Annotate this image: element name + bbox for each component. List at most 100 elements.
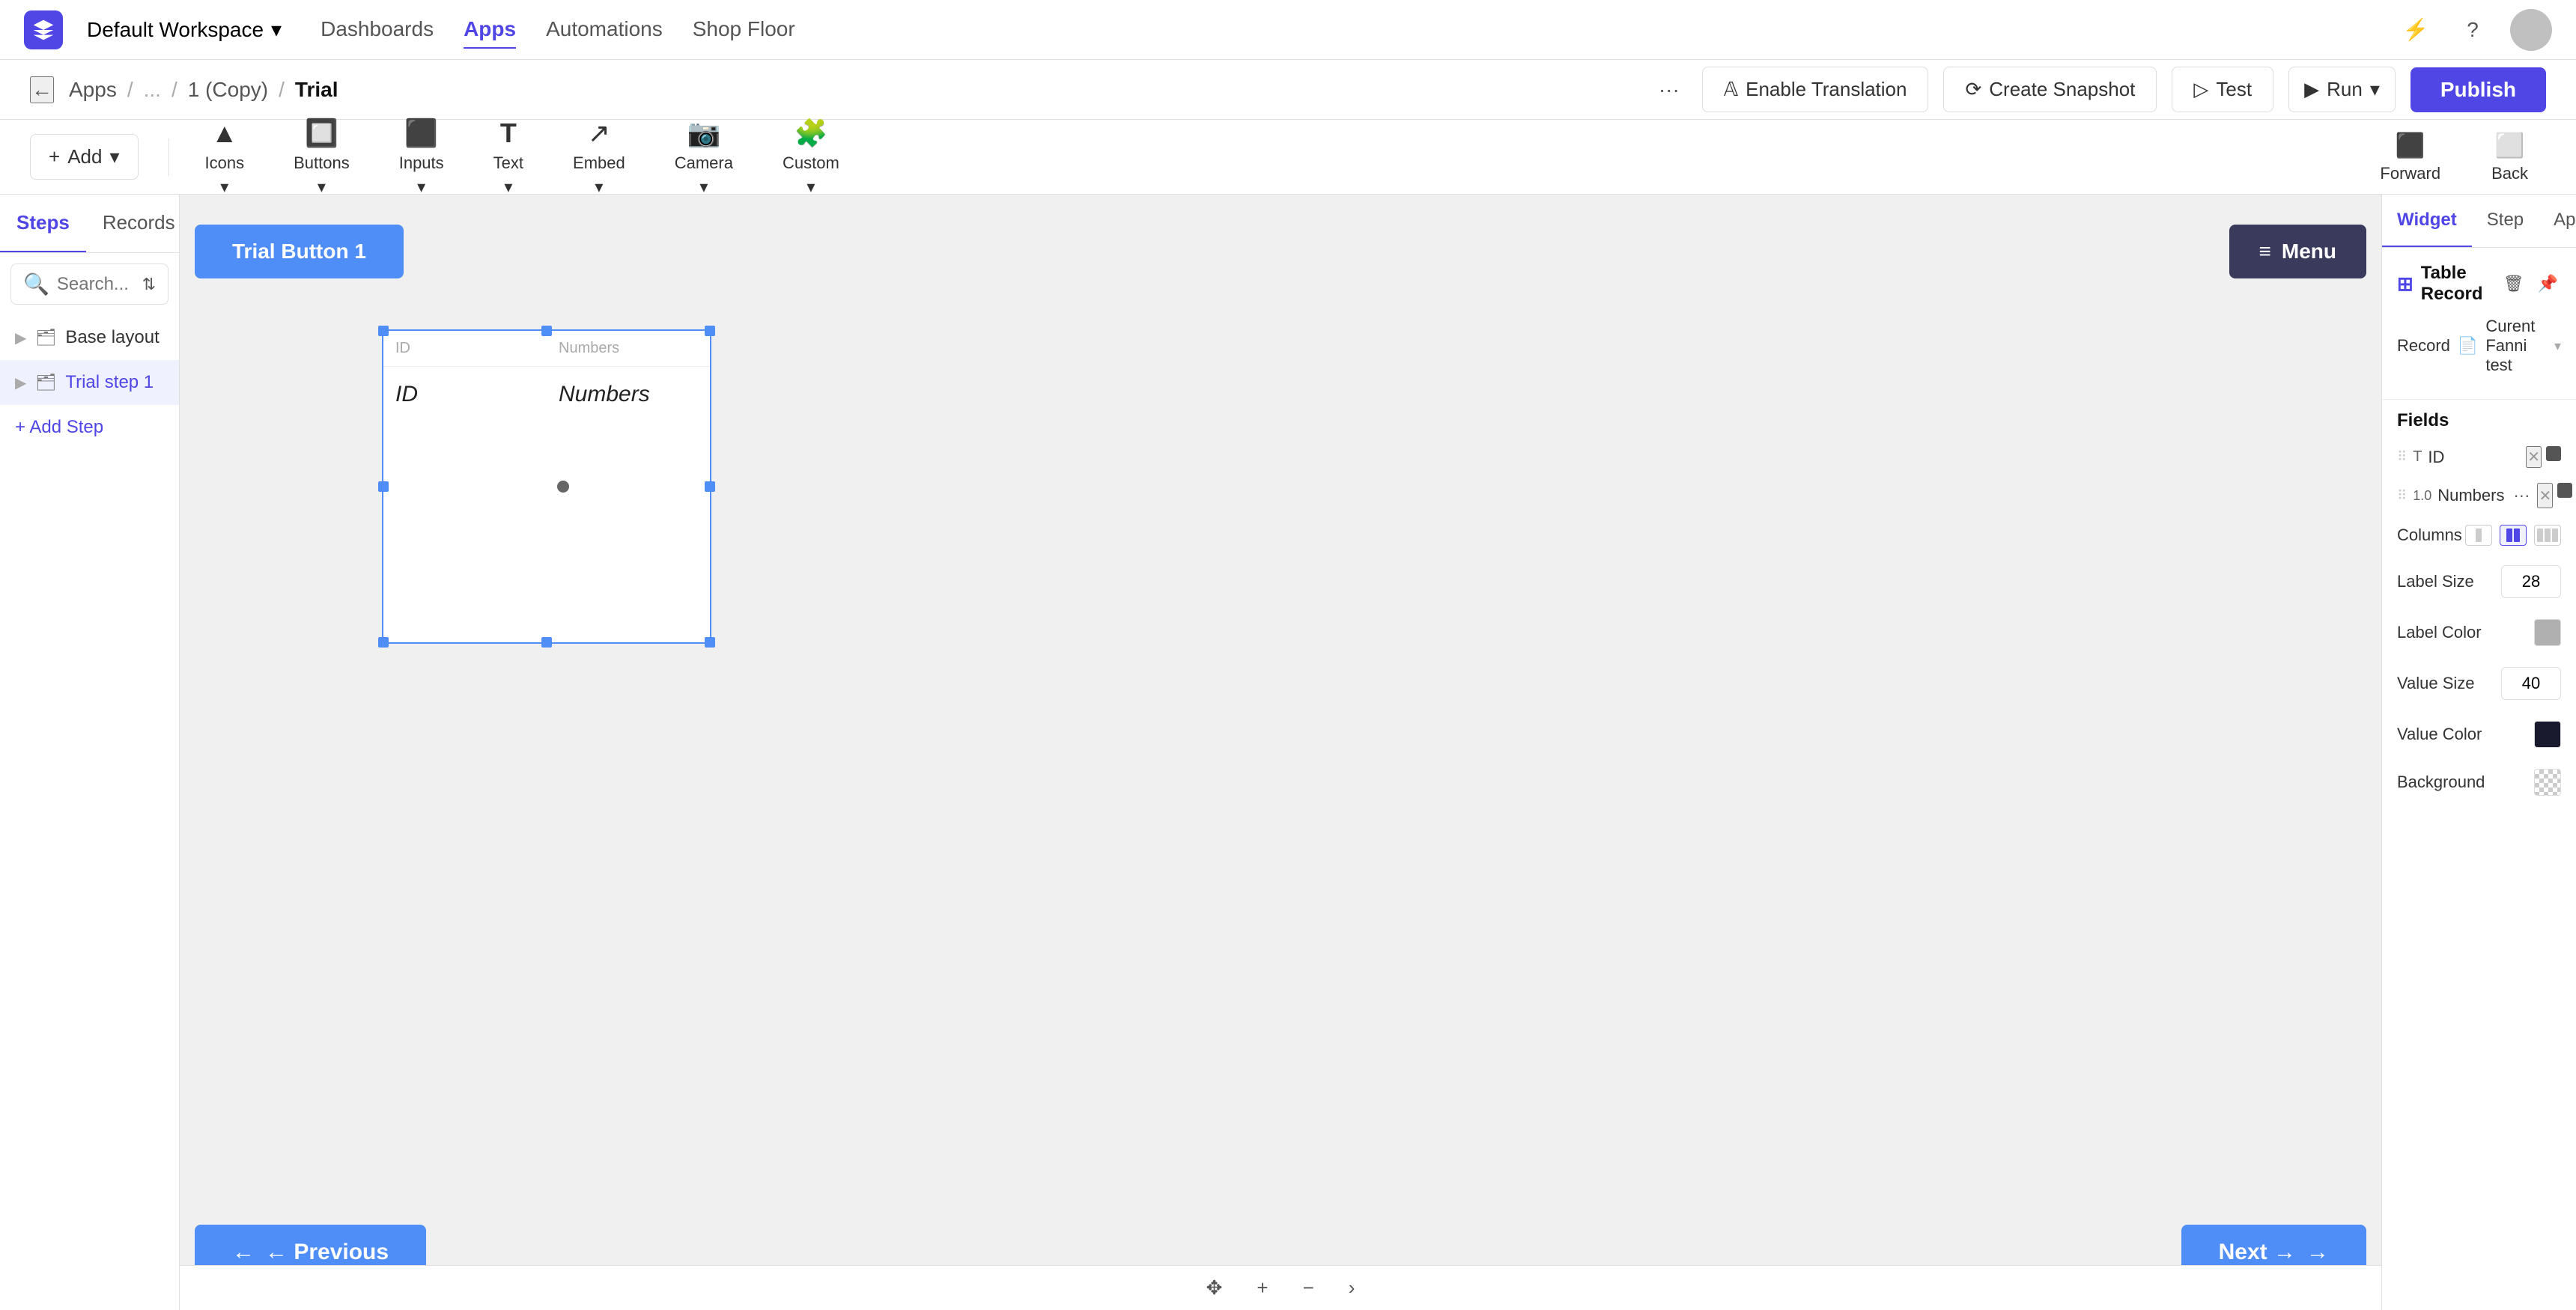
tree-item-trial-step[interactable]: ▶ 🗂 Trial step 1 — [0, 360, 179, 405]
breadcrumb-copy[interactable]: 1 (Copy) — [188, 78, 268, 102]
forward-icon: ⬛ — [2396, 131, 2425, 159]
canvas-bottom-bar: ✥ + − › — [180, 1265, 2381, 1310]
value-size-input[interactable] — [2501, 667, 2561, 700]
zoom-out-button[interactable]: − — [1297, 1270, 1320, 1306]
breadcrumb-trial: Trial — [295, 78, 338, 102]
widget-type-header: ⊞ Table Record 🗑 📌 — [2397, 263, 2561, 305]
search-icon: 🔍 — [23, 272, 49, 296]
top-nav: Default Workspace ▾ Dashboards Apps Auto… — [0, 0, 2576, 60]
tool-text[interactable]: T Text ▾ — [473, 110, 544, 204]
trial-button-1[interactable]: Trial Button 1 — [195, 225, 404, 278]
nav-apps[interactable]: Apps — [464, 11, 516, 49]
logo[interactable] — [24, 10, 63, 49]
resize-handle-bm[interactable] — [541, 637, 552, 648]
label-color-swatch[interactable] — [2534, 619, 2561, 646]
background-row: Background — [2382, 758, 2576, 806]
nav-dashboards[interactable]: Dashboards — [321, 11, 434, 49]
breadcrumb-dots[interactable]: ... — [144, 78, 161, 102]
publish-button[interactable]: Publish — [2411, 67, 2546, 112]
columns-options — [2465, 525, 2561, 546]
breadcrumb-apps[interactable]: Apps — [69, 78, 117, 102]
tool-custom[interactable]: 🧩 Custom ▾ — [762, 110, 860, 204]
label-size-row: Label Size — [2382, 555, 2576, 609]
remove-numbers-button[interactable]: ✕ — [2537, 483, 2553, 508]
breadcrumb-sep-2: / — [171, 78, 177, 102]
resize-handle-mr[interactable] — [705, 481, 715, 492]
tool-icons[interactable]: ▲ Icons ▾ — [184, 110, 266, 204]
resize-handle-bl[interactable] — [378, 637, 389, 648]
field-actions-id: ✕ — [2526, 446, 2561, 468]
test-button[interactable]: ▷ Test — [2172, 67, 2273, 112]
tool-buttons[interactable]: 🔲 Buttons ▾ — [273, 110, 371, 204]
tab-records[interactable]: Records — [86, 195, 192, 252]
pin-widget-button[interactable]: 📌 — [2535, 271, 2561, 296]
breadcrumb-sep-3: / — [279, 78, 285, 102]
table-record-widget[interactable]: ID Numbers ID Numbers — [382, 329, 711, 644]
menu-label: Menu — [2282, 240, 2336, 263]
tab-widget[interactable]: Widget — [2382, 195, 2472, 247]
delete-widget-button[interactable]: 🗑 — [2500, 271, 2527, 296]
add-button[interactable]: + Add ▾ — [30, 134, 139, 180]
back-toolbar-button[interactable]: ⬜ Back — [2473, 124, 2546, 191]
resize-handle-tl[interactable] — [378, 326, 389, 336]
value-color-label: Value Color — [2397, 725, 2534, 744]
value-color-swatch[interactable] — [2534, 721, 2561, 748]
search-input[interactable] — [57, 274, 135, 295]
create-snapshot-button[interactable]: ⟳ Create Snapshot — [1943, 67, 2157, 112]
tab-app[interactable]: App — [2539, 195, 2576, 247]
breadcrumb-actions: ··· 𝔸 Enable Translation ⟳ Create Snapsh… — [1651, 67, 2546, 112]
field-actions-numbers: ··· ✕ — [2510, 483, 2572, 508]
cursor-dot — [557, 481, 569, 493]
run-button[interactable]: ▶ Run ▾ — [2288, 67, 2396, 112]
embed-chevron: ▾ — [595, 177, 603, 197]
more-options-button[interactable]: ··· — [1651, 70, 1687, 109]
resize-handle-ml[interactable] — [378, 481, 389, 492]
widget-type-actions: 🗑 📌 — [2500, 271, 2561, 296]
tab-step[interactable]: Step — [2472, 195, 2539, 247]
value-color-row: Value Color — [2382, 710, 2576, 758]
menu-button[interactable]: ≡ Menu — [2229, 225, 2366, 278]
more-numbers-button[interactable]: ··· — [2510, 483, 2533, 508]
label-color-label: Label Color — [2397, 623, 2534, 642]
zoom-in-button[interactable]: + — [1251, 1270, 1274, 1306]
move-tool-button[interactable]: ✥ — [1200, 1270, 1229, 1306]
label-size-input[interactable] — [2501, 565, 2561, 598]
prev-arrow-icon: ← — [232, 1240, 255, 1265]
tool-inputs[interactable]: ⬛ Inputs ▾ — [378, 110, 465, 204]
drag-icon-numbers[interactable]: ⠿ — [2397, 488, 2407, 504]
col-opt-two[interactable] — [2500, 525, 2527, 546]
forward-button[interactable]: ⬛ Forward — [2362, 124, 2458, 191]
background-color-swatch[interactable] — [2534, 769, 2561, 796]
workspace-selector[interactable]: Default Workspace ▾ — [87, 17, 282, 42]
record-doc-icon: 📄 — [2458, 336, 2478, 356]
value-size-row: Value Size — [2382, 656, 2576, 710]
tree-item-base-layout[interactable]: ▶ 🗂 Base layout — [0, 315, 179, 360]
tool-camera[interactable]: 📷 Camera ▾ — [654, 110, 754, 204]
col-opt-one[interactable] — [2465, 525, 2492, 546]
expand-button[interactable]: › — [1343, 1270, 1361, 1306]
help-icon[interactable]: ? — [2453, 10, 2492, 49]
sort-button[interactable]: ⇅ — [142, 275, 156, 294]
user-avatar[interactable] — [2510, 9, 2552, 51]
activity-icon[interactable]: ⚡ — [2396, 10, 2435, 49]
add-step-button[interactable]: + Add Step — [0, 405, 179, 450]
record-value[interactable]: Curent Fanni test ▾ — [2485, 317, 2561, 375]
nav-automations[interactable]: Automations — [546, 11, 663, 49]
resize-handle-tr[interactable] — [705, 326, 715, 336]
enable-translation-button[interactable]: 𝔸 Enable Translation — [1702, 67, 1929, 112]
run-chevron-icon: ▾ — [2370, 78, 2380, 101]
resize-handle-tm[interactable] — [541, 326, 552, 336]
run-icon: ▶ — [2304, 78, 2319, 101]
tab-steps[interactable]: Steps — [0, 195, 86, 252]
icons-chevron: ▾ — [220, 177, 228, 197]
col-opt-three[interactable] — [2534, 525, 2561, 546]
numbers-color-swatch[interactable] — [2557, 483, 2572, 498]
tool-embed[interactable]: ↗ Embed ▾ — [552, 110, 646, 204]
id-color-swatch[interactable] — [2546, 446, 2561, 461]
resize-handle-br[interactable] — [705, 637, 715, 648]
back-button[interactable]: ← — [30, 76, 54, 103]
inputs-chevron: ▾ — [417, 177, 425, 197]
drag-icon-id[interactable]: ⠿ — [2397, 449, 2407, 465]
remove-id-button[interactable]: ✕ — [2526, 446, 2542, 468]
nav-shop-floor[interactable]: Shop Floor — [693, 11, 795, 49]
